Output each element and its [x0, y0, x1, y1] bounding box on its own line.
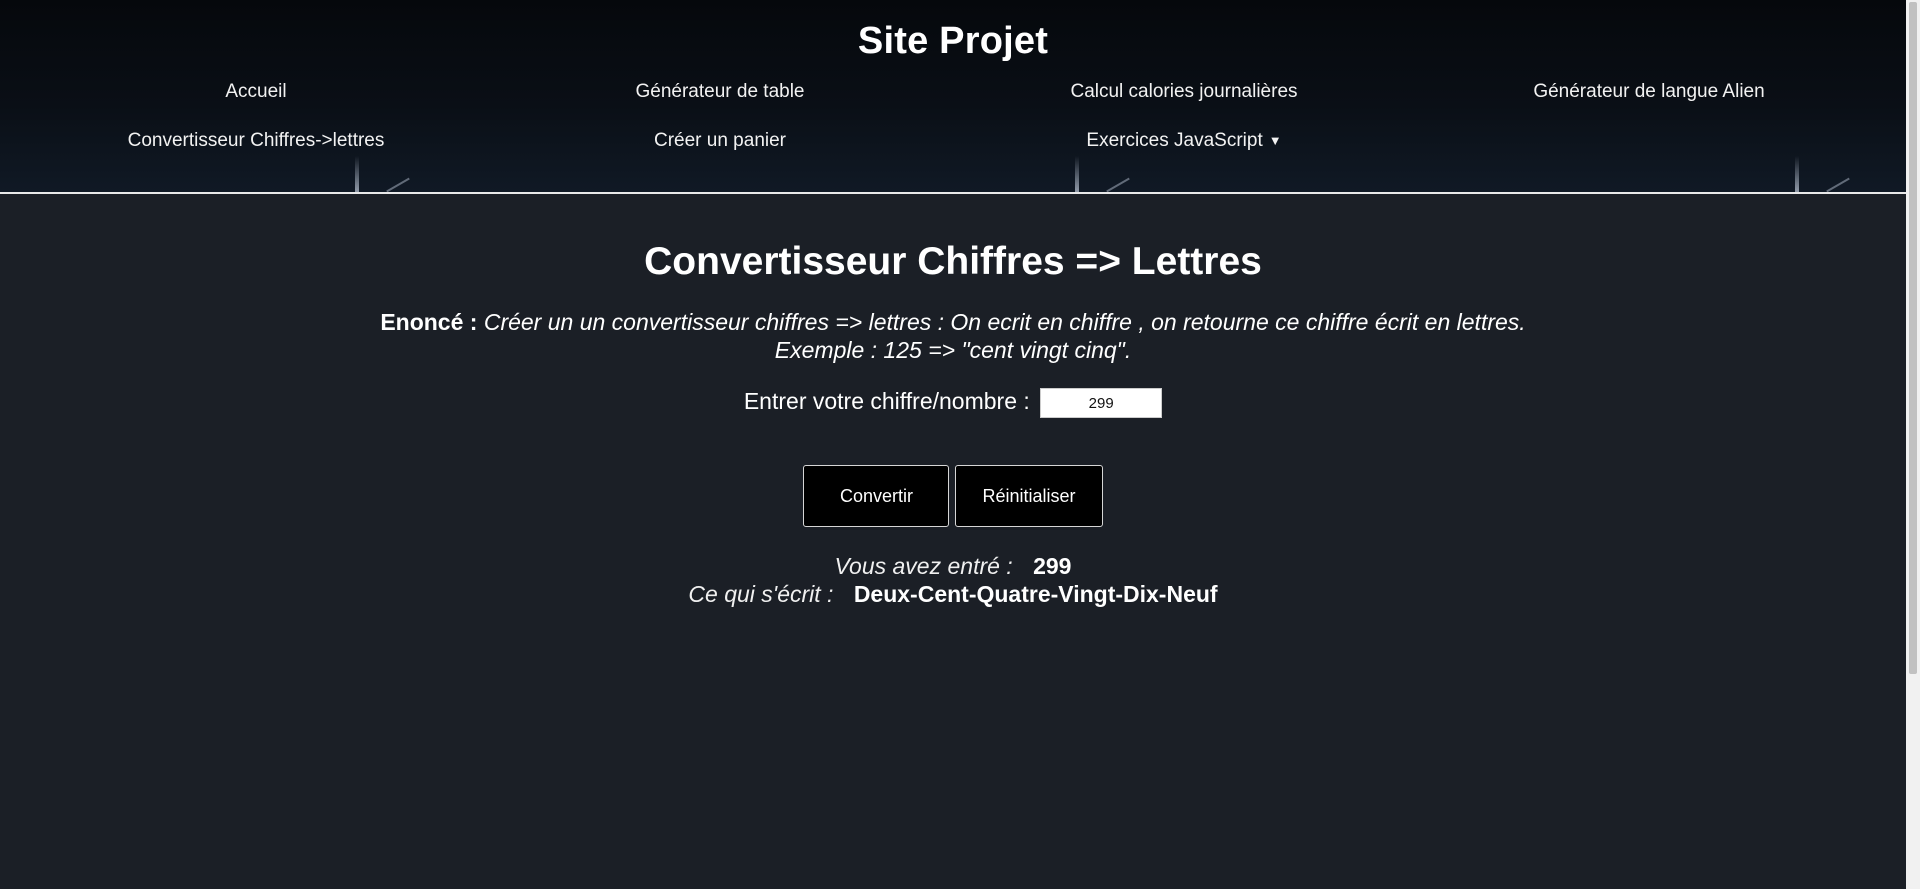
- nav-item-label: Exercices JavaScript: [1086, 130, 1263, 151]
- nav-item-accueil[interactable]: Accueil: [36, 81, 476, 103]
- nav-item-langue-alien[interactable]: Générateur de langue Alien: [1429, 81, 1869, 103]
- header-decoration: [1075, 156, 1079, 192]
- enonce-line-1: Enoncé : Créer un un convertisseur chiff…: [0, 308, 1906, 336]
- number-input-row: Entrer votre chiffre/nombre :: [0, 388, 1906, 418]
- main-content: Convertisseur Chiffres => Lettres Enoncé…: [0, 194, 1906, 889]
- header-decoration: [386, 177, 410, 192]
- result: Vous avez entré : 299 Ce qui s'écrit : D…: [0, 552, 1906, 608]
- nav-item-calcul-calories[interactable]: Calcul calories journalières: [964, 81, 1404, 103]
- result-written-label: Ce qui s'écrit :: [688, 581, 834, 607]
- enonce: Enoncé : Créer un un convertisseur chiff…: [0, 308, 1906, 364]
- number-input-label: Entrer votre chiffre/nombre :: [743, 388, 1030, 415]
- result-written-value: Deux-Cent-Quatre-Vingt-Dix-Neuf: [853, 581, 1218, 607]
- button-group: Convertir Réinitialiser: [0, 465, 1906, 527]
- header-decoration: [1795, 156, 1799, 192]
- nav-item-creer-panier[interactable]: Créer un panier: [500, 130, 940, 152]
- reset-button[interactable]: Réinitialiser: [955, 465, 1103, 527]
- nav-item-convertisseur[interactable]: Convertisseur Chiffres->lettres: [36, 130, 476, 152]
- site-header: Site Projet Accueil Générateur de table …: [0, 0, 1906, 194]
- result-written-row: Ce qui s'écrit : Deux-Cent-Quatre-Vingt-…: [0, 580, 1906, 608]
- vertical-scrollbar[interactable]: [1906, 0, 1920, 889]
- result-entered-value: 299: [1033, 553, 1072, 579]
- scrollbar-thumb[interactable]: [1909, 2, 1917, 674]
- page-title: Convertisseur Chiffres => Lettres: [644, 240, 1262, 283]
- nav-item-generateur-table[interactable]: Générateur de table: [500, 81, 940, 103]
- number-input[interactable]: [1040, 388, 1163, 418]
- header-decoration: [1826, 177, 1850, 192]
- header-decoration: [1106, 177, 1130, 192]
- page: Site Projet Accueil Générateur de table …: [0, 0, 1920, 889]
- caret-down-icon: ▼: [1268, 133, 1282, 148]
- enonce-label: Enoncé :: [380, 309, 478, 335]
- result-entered-label: Vous avez entré :: [834, 553, 1013, 579]
- enonce-example: Exemple : 125 => "cent vingt cinq".: [774, 337, 1132, 363]
- convert-button[interactable]: Convertir: [803, 465, 950, 527]
- enonce-text: Créer un un convertisseur chiffres => le…: [483, 309, 1526, 335]
- site-title: Site Projet: [857, 20, 1049, 62]
- result-entered-row: Vous avez entré : 299: [0, 552, 1906, 580]
- nav-item-exercices-javascript[interactable]: Exercices JavaScript ▼: [964, 130, 1404, 152]
- header-decoration: [355, 156, 359, 192]
